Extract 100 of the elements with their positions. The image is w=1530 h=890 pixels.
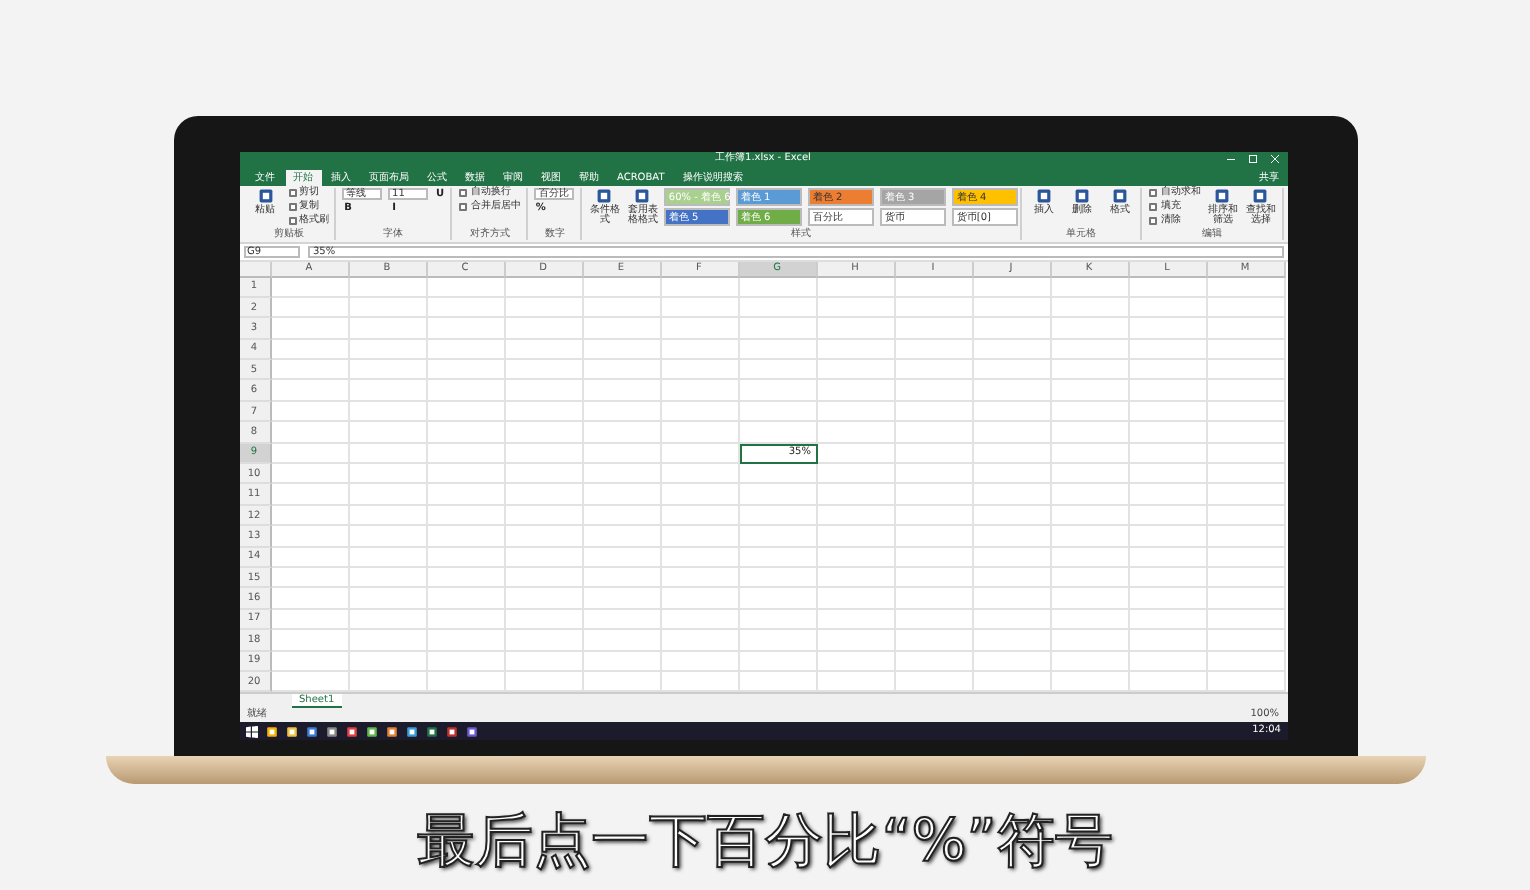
table-cell[interactable]: [583, 380, 661, 402]
table-cell[interactable]: [1207, 360, 1285, 381]
table-cell[interactable]: [505, 630, 583, 652]
table-cell[interactable]: [1207, 630, 1285, 652]
table-cell[interactable]: [895, 526, 973, 548]
table-cell[interactable]: [271, 547, 349, 568]
table-cell[interactable]: [1207, 547, 1285, 568]
table-cell[interactable]: [427, 380, 505, 402]
table-cell[interactable]: [1051, 443, 1129, 465]
table-cell[interactable]: [1207, 609, 1285, 631]
table-cell[interactable]: [349, 277, 427, 298]
table-cell[interactable]: [739, 464, 817, 485]
table-cell[interactable]: [1051, 464, 1129, 485]
table-cell[interactable]: [427, 318, 505, 340]
table-cell[interactable]: [271, 297, 349, 319]
table-cell[interactable]: [973, 609, 1051, 631]
table-cell[interactable]: [739, 526, 817, 548]
table-cell[interactable]: [817, 339, 895, 361]
table-cell[interactable]: [1129, 297, 1207, 319]
table-cell[interactable]: [271, 651, 349, 672]
table-cell[interactable]: [583, 443, 661, 465]
table-cell[interactable]: [895, 443, 973, 465]
table-cell[interactable]: [661, 297, 739, 319]
table-cell[interactable]: [1207, 526, 1285, 548]
table-cell[interactable]: [349, 339, 427, 361]
table-cell[interactable]: [973, 318, 1051, 340]
table-cell[interactable]: [271, 609, 349, 631]
table-cell[interactable]: [895, 464, 973, 485]
table-cell[interactable]: [505, 547, 583, 568]
table-cell[interactable]: [973, 297, 1051, 319]
table-cell[interactable]: [1129, 360, 1207, 381]
table-cell[interactable]: [1207, 318, 1285, 340]
table-cell[interactable]: [1129, 318, 1207, 340]
minimize-icon[interactable]: [1225, 154, 1235, 164]
table-cell[interactable]: [349, 505, 427, 527]
table-cell[interactable]: [583, 547, 661, 568]
table-cell[interactable]: [1051, 630, 1129, 652]
table-cell[interactable]: [973, 484, 1051, 506]
table-cell[interactable]: [271, 422, 349, 444]
table-cell[interactable]: [1051, 547, 1129, 568]
table-cell[interactable]: [739, 505, 817, 527]
start-icon[interactable]: [245, 725, 257, 738]
table-cell[interactable]: [1207, 651, 1285, 672]
table-cell[interactable]: [739, 339, 817, 361]
table-cell[interactable]: [1207, 505, 1285, 527]
table-cell[interactable]: [973, 443, 1051, 465]
table-cell[interactable]: [817, 609, 895, 631]
table-cell[interactable]: [817, 505, 895, 527]
table-cell[interactable]: [505, 401, 583, 423]
table-cell[interactable]: [271, 505, 349, 527]
table-cell[interactable]: [661, 505, 739, 527]
table-cell[interactable]: [1129, 630, 1207, 652]
table-cell[interactable]: [583, 277, 661, 298]
table-cell[interactable]: [349, 318, 427, 340]
table-cell[interactable]: [1051, 339, 1129, 361]
table-cell[interactable]: [661, 401, 739, 423]
table-cell[interactable]: [895, 422, 973, 444]
table-cell[interactable]: [817, 297, 895, 319]
table-cell[interactable]: [583, 567, 661, 589]
table-cell[interactable]: [349, 630, 427, 652]
table-cell[interactable]: [505, 297, 583, 319]
table-cell[interactable]: [505, 380, 583, 402]
table-cell[interactable]: [973, 380, 1051, 402]
table-cell[interactable]: [973, 277, 1051, 298]
table-cell[interactable]: [271, 360, 349, 381]
table-cell[interactable]: [505, 651, 583, 672]
table-cell[interactable]: [583, 318, 661, 340]
table-cell[interactable]: [1129, 484, 1207, 506]
table-cell[interactable]: [271, 277, 349, 298]
table-cell[interactable]: [1207, 567, 1285, 589]
table-cell[interactable]: [1207, 339, 1285, 361]
table-cell[interactable]: [1051, 505, 1129, 527]
table-cell[interactable]: [271, 401, 349, 423]
table-cell[interactable]: [583, 422, 661, 444]
table-cell[interactable]: [1129, 651, 1207, 672]
table-cell[interactable]: [505, 339, 583, 361]
table-cell[interactable]: [817, 464, 895, 485]
table-cell[interactable]: [583, 484, 661, 506]
table-cell[interactable]: [817, 484, 895, 506]
table-cell[interactable]: [973, 505, 1051, 527]
table-cell[interactable]: [349, 422, 427, 444]
table-cell[interactable]: [427, 401, 505, 423]
table-cell[interactable]: [973, 651, 1051, 672]
table-cell[interactable]: [427, 630, 505, 652]
table-cell[interactable]: [895, 318, 973, 340]
table-cell[interactable]: [739, 422, 817, 444]
table-cell[interactable]: [1051, 380, 1129, 402]
table-cell[interactable]: [427, 526, 505, 548]
table-cell[interactable]: [427, 339, 505, 361]
table-cell[interactable]: [271, 339, 349, 361]
table-cell[interactable]: [817, 360, 895, 381]
table-cell[interactable]: [973, 401, 1051, 423]
close-icon[interactable]: [1269, 154, 1279, 164]
table-cell[interactable]: [895, 547, 973, 568]
table-cell[interactable]: [817, 630, 895, 652]
table-cell[interactable]: [427, 443, 505, 465]
table-cell[interactable]: [271, 567, 349, 589]
table-cell[interactable]: [895, 339, 973, 361]
table-cell[interactable]: [817, 380, 895, 402]
table-cell[interactable]: [583, 297, 661, 319]
